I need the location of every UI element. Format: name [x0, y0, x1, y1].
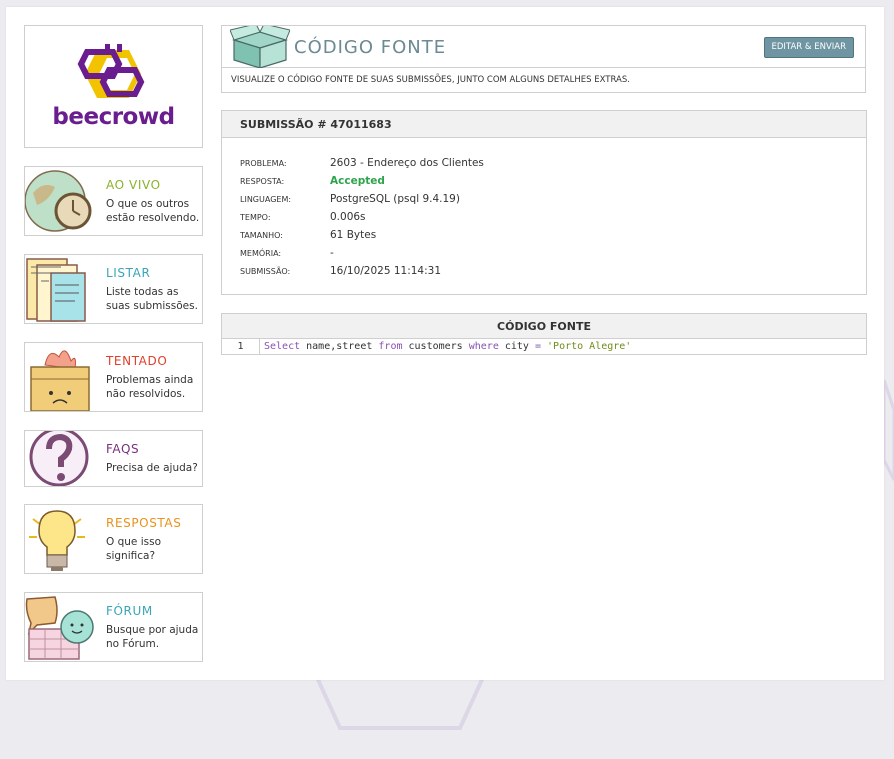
- detail-row: MEMÓRIA: -: [240, 244, 484, 262]
- documents-icon: [25, 255, 95, 323]
- bee-hexagon-icon: [77, 44, 145, 98]
- answer-value: Accepted: [330, 175, 385, 187]
- sidebar-item-desc: Precisa de ajuda?: [106, 462, 198, 474]
- detail-row: LINGUAGEM: PostgreSQL (psql 9.4.19): [240, 190, 484, 208]
- detail-key: MEMÓRIA:: [240, 248, 282, 258]
- chat-icon: [25, 593, 95, 661]
- submission-table: PROBLEMA: 2603 - Endereço dos Clientes R…: [240, 154, 484, 280]
- sidebar-item-desc: O que isso significa?: [106, 536, 162, 562]
- memory-value: -: [330, 247, 334, 259]
- detail-row: TAMANHO: 61 Bytes: [240, 226, 484, 244]
- page-title: CÓDIGO FONTE: [294, 37, 447, 58]
- logo-wordmark: beecrowd: [52, 104, 175, 130]
- sidebar-item-faqs[interactable]: FAQS Precisa de ajuda?: [24, 430, 203, 487]
- string-literal: 'Porto Alegre': [547, 341, 632, 352]
- page-header: CÓDIGO FONTE EDITAR & ENVIAR VISUALIZE O…: [221, 25, 866, 93]
- detail-key: RESPOSTA:: [240, 176, 285, 186]
- open-box-icon: [230, 26, 290, 68]
- burning-box-icon: [25, 343, 95, 411]
- lightbulb-icon: [25, 505, 95, 573]
- sidebar-item-title: TENTADO: [106, 354, 168, 368]
- sidebar-item-listar[interactable]: LISTAR Liste todas as suas submissões.: [24, 254, 203, 324]
- problem-value: 2603 - Endereço dos Clientes: [330, 157, 484, 169]
- detail-row: TEMPO: 0.006s: [240, 208, 484, 226]
- time-value: 0.006s: [330, 211, 366, 223]
- detail-row: PROBLEMA: 2603 - Endereço dos Clientes: [240, 154, 484, 172]
- sidebar-item-desc: Liste todas as suas submissões.: [106, 286, 198, 312]
- detail-row: RESPOSTA: Accepted: [240, 172, 484, 190]
- detail-key: TAMANHO:: [240, 230, 283, 240]
- sidebar-item-desc: Problemas ainda não resolvidos.: [106, 374, 194, 400]
- code-token: name,street: [300, 341, 379, 352]
- submission-date-value: 16/10/2025 11:14:31: [330, 265, 442, 277]
- code-text[interactable]: Select name,street from customers where …: [264, 339, 631, 355]
- detail-key: LINGUAGEM:: [240, 194, 292, 204]
- line-number: 1: [222, 339, 260, 355]
- sidebar-item-title: FÓRUM: [106, 604, 153, 618]
- detail-key: PROBLEMA:: [240, 158, 287, 168]
- keyword: Select: [264, 341, 301, 352]
- sidebar-item-respostas[interactable]: RESPOSTAS O que isso significa?: [24, 504, 203, 574]
- sidebar-item-ao-vivo[interactable]: AO VIVO O que os outros estão resolvendo…: [24, 166, 203, 236]
- source-code-heading: CÓDIGO FONTE: [222, 314, 866, 339]
- submission-heading: SUBMISSÃO # 47011683: [222, 111, 866, 138]
- sidebar-item-desc: O que os outros estão resolvendo.: [106, 198, 200, 224]
- page-subtitle: VISUALIZE O CÓDIGO FONTE DE SUAS SUBMISS…: [231, 75, 630, 85]
- sidebar-item-title: FAQS: [106, 442, 140, 456]
- sidebar-item-tentado[interactable]: TENTADO Problemas ainda não resolvidos.: [24, 342, 203, 412]
- code-token: city: [498, 341, 535, 352]
- detail-key: TEMPO:: [240, 212, 271, 222]
- edit-and-submit-button[interactable]: EDITAR & ENVIAR: [763, 37, 854, 58]
- submission-details: SUBMISSÃO # 47011683 PROBLEMA: 2603 - En…: [221, 110, 867, 295]
- beecrowd-logo[interactable]: beecrowd: [24, 25, 203, 148]
- code-line[interactable]: 1 Select name,street from customers wher…: [222, 339, 866, 355]
- keyword: where: [468, 341, 499, 352]
- code-token: customers: [402, 341, 469, 352]
- language-value: PostgreSQL (psql 9.4.19): [330, 193, 460, 205]
- size-value: 61 Bytes: [330, 229, 377, 241]
- sidebar-item-desc: Busque por ajuda no Fórum.: [106, 624, 199, 650]
- header-top: CÓDIGO FONTE EDITAR & ENVIAR: [222, 26, 865, 68]
- source-code-box: CÓDIGO FONTE 1 Select name,street from c…: [221, 313, 867, 355]
- keyword: from: [378, 341, 403, 352]
- sidebar-item-title: RESPOSTAS: [106, 516, 182, 530]
- detail-key: SUBMISSÃO:: [240, 266, 291, 276]
- sidebar-item-title: LISTAR: [106, 266, 151, 280]
- sidebar-item-forum[interactable]: FÓRUM Busque por ajuda no Fórum.: [24, 592, 203, 662]
- detail-row: SUBMISSÃO: 16/10/2025 11:14:31: [240, 262, 484, 280]
- question-icon: [25, 431, 95, 486]
- globe-clock-icon: [25, 167, 95, 235]
- sidebar-item-title: AO VIVO: [106, 178, 161, 192]
